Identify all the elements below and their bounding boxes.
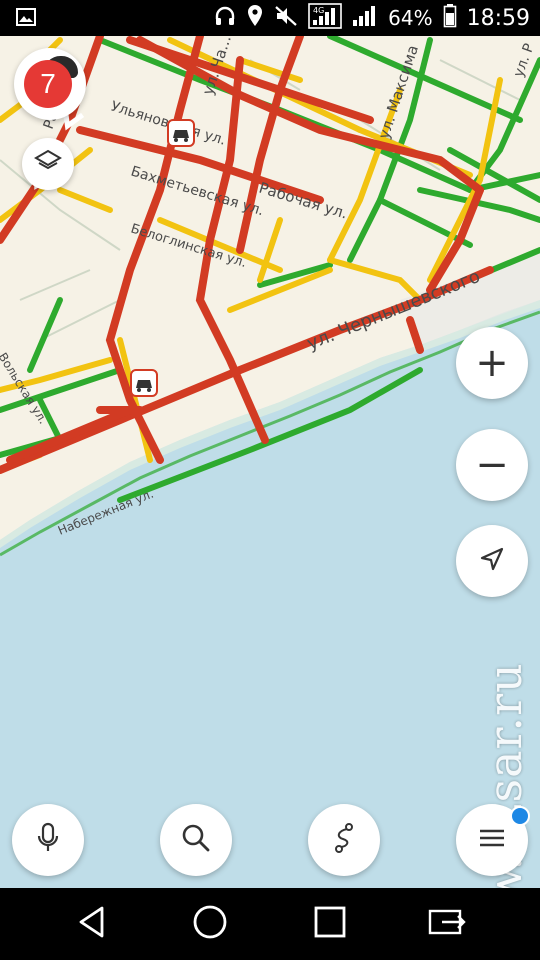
voice-search-button[interactable] — [12, 804, 84, 876]
mute-icon — [274, 5, 298, 32]
screen-cast-icon — [428, 907, 468, 941]
navigation-arrow-icon — [477, 544, 507, 578]
svg-text:4G: 4G — [313, 6, 324, 15]
layers-icon — [33, 147, 63, 181]
zoom-in-button[interactable]: + — [456, 327, 528, 399]
notification-dot — [510, 806, 530, 826]
status-bar: 4G 64% 18:59 — [0, 0, 540, 36]
back-icon — [76, 905, 108, 943]
menu-icon — [476, 824, 508, 856]
traffic-score-badge: 7 — [24, 60, 72, 108]
route-button[interactable] — [308, 804, 380, 876]
microphone-icon — [33, 821, 63, 859]
recents-icon — [313, 905, 347, 943]
back-button[interactable] — [52, 888, 132, 960]
home-button[interactable] — [170, 888, 250, 960]
clock: 18:59 — [466, 5, 530, 31]
screen-cast-button[interactable] — [408, 888, 488, 960]
zoom-out-button[interactable]: − — [456, 429, 528, 501]
battery-percent: 64% — [388, 6, 433, 30]
route-icon — [328, 821, 360, 859]
car-accident-icon[interactable] — [130, 369, 158, 397]
signal-icon — [352, 5, 378, 32]
location-icon — [246, 4, 264, 33]
signal-4g-icon: 4G — [308, 2, 342, 34]
search-icon — [180, 822, 212, 858]
car-accident-icon[interactable] — [167, 119, 195, 147]
search-button[interactable] — [160, 804, 232, 876]
home-icon — [192, 904, 228, 944]
locate-button[interactable] — [456, 525, 528, 597]
system-nav-bar — [0, 888, 540, 960]
headphones-icon — [214, 5, 236, 32]
plus-icon: + — [475, 340, 509, 386]
recents-button[interactable] — [290, 888, 370, 960]
minus-icon: − — [475, 442, 509, 488]
battery-icon — [443, 3, 457, 33]
gallery-icon — [16, 8, 36, 30]
layers-button[interactable] — [22, 138, 74, 190]
traffic-score-button[interactable]: 7 — [14, 48, 86, 120]
